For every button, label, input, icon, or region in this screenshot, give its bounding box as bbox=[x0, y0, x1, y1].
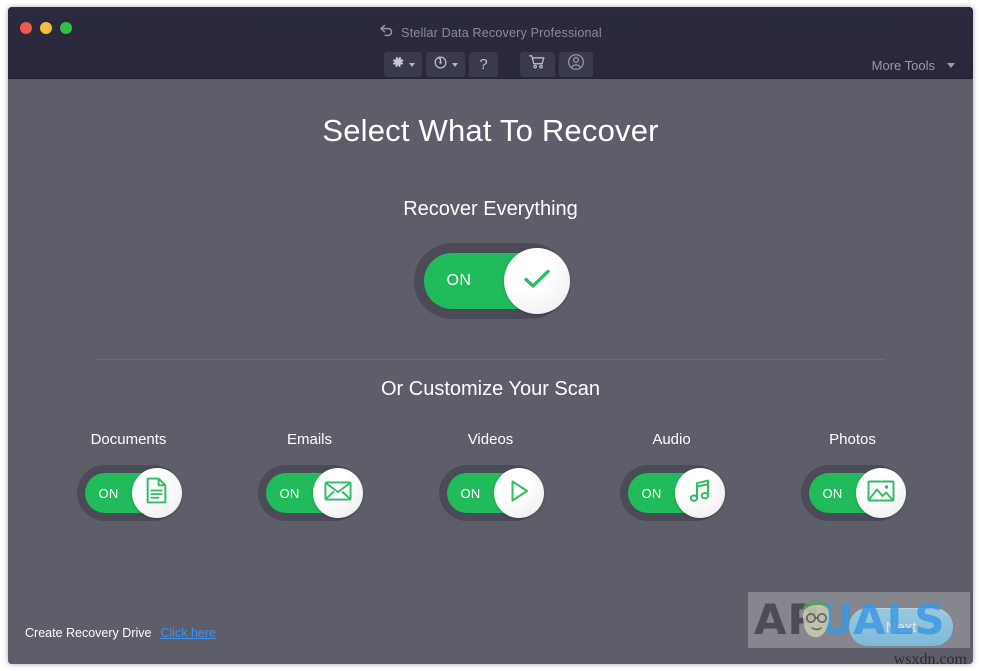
footer-bar: Create Recovery Drive Click here Next bbox=[8, 596, 973, 664]
clock-restore-icon bbox=[433, 55, 448, 75]
photos-toggle-state: ON bbox=[822, 485, 843, 501]
window-title: Stellar Data Recovery Professional bbox=[401, 26, 602, 40]
category-toggle-row: Documents ON Emails ON Videos ON Audio O… bbox=[8, 431, 973, 521]
settings-gear-button[interactable] bbox=[384, 52, 423, 77]
category-emails: Emails ON bbox=[227, 431, 392, 521]
category-audio: Audio ON bbox=[589, 431, 754, 521]
app-root: Stellar Data Recovery Professional ? Mor… bbox=[0, 0, 981, 671]
category-documents: Documents ON bbox=[46, 431, 211, 521]
master-toggle-row: ON bbox=[8, 243, 973, 319]
documents-toggle-state: ON bbox=[98, 485, 119, 501]
recover-everything-label: Recover Everything bbox=[403, 198, 578, 220]
envelope-icon bbox=[323, 480, 352, 507]
emails-toggle-track: ON bbox=[265, 468, 363, 518]
image-icon bbox=[867, 479, 895, 508]
cart-button[interactable] bbox=[519, 52, 555, 77]
account-button[interactable] bbox=[558, 52, 593, 77]
videos-toggle-track: ON bbox=[446, 468, 544, 518]
more-tools-dropdown[interactable]: More Tools bbox=[872, 58, 955, 73]
videos-toggle-state: ON bbox=[460, 485, 481, 501]
category-photos: Photos ON bbox=[770, 431, 935, 521]
category-label: Emails bbox=[286, 431, 332, 448]
document-icon bbox=[144, 477, 169, 509]
photos-toggle-track: ON bbox=[808, 468, 906, 518]
emails-toggle[interactable]: ON bbox=[257, 465, 363, 521]
music-note-icon bbox=[688, 478, 712, 509]
documents-toggle-knob bbox=[131, 468, 182, 518]
master-toggle-state: ON bbox=[446, 272, 472, 289]
audio-toggle-track: ON bbox=[627, 468, 725, 518]
play-icon bbox=[506, 478, 532, 509]
documents-toggle[interactable]: ON bbox=[76, 465, 182, 521]
recovery-history-button[interactable] bbox=[426, 52, 466, 77]
audio-toggle[interactable]: ON bbox=[619, 465, 725, 521]
photos-toggle-knob bbox=[855, 468, 906, 518]
category-label: Audio bbox=[652, 431, 691, 448]
page-title: Select What To Recover bbox=[322, 113, 659, 148]
master-toggle-knob bbox=[503, 248, 570, 314]
title-bar: Stellar Data Recovery Professional ? Mor… bbox=[8, 7, 973, 79]
check-icon bbox=[522, 267, 552, 296]
shopping-cart-icon bbox=[528, 54, 547, 75]
question-mark-icon: ? bbox=[479, 56, 488, 73]
photos-toggle[interactable]: ON bbox=[800, 465, 906, 521]
toolbar: ? bbox=[8, 52, 973, 77]
category-label: Videos bbox=[467, 431, 514, 448]
audio-toggle-knob bbox=[674, 468, 725, 518]
audio-toggle-state: ON bbox=[641, 485, 662, 501]
main-content: Select What To Recover Recover Everythin… bbox=[8, 79, 973, 664]
next-button[interactable]: Next bbox=[849, 608, 953, 646]
videos-toggle[interactable]: ON bbox=[438, 465, 544, 521]
documents-toggle-track: ON bbox=[84, 468, 182, 518]
window-title-group: Stellar Data Recovery Professional bbox=[8, 24, 973, 42]
chevron-down-icon bbox=[452, 62, 459, 67]
next-button-label: Next bbox=[885, 618, 917, 636]
master-toggle[interactable]: ON bbox=[413, 243, 570, 319]
emails-toggle-knob bbox=[312, 468, 363, 518]
create-recovery-drive: Create Recovery Drive Click here bbox=[25, 626, 216, 640]
chevron-down-icon bbox=[409, 62, 416, 67]
create-recovery-drive-label: Create Recovery Drive bbox=[25, 626, 152, 640]
help-button[interactable]: ? bbox=[469, 52, 498, 77]
category-label: Photos bbox=[829, 431, 876, 448]
create-recovery-drive-link[interactable]: Click here bbox=[160, 626, 216, 640]
more-tools-label: More Tools bbox=[871, 58, 935, 73]
videos-toggle-knob bbox=[493, 468, 544, 518]
application-window: Stellar Data Recovery Professional ? Mor… bbox=[8, 7, 973, 664]
master-toggle-track: ON bbox=[423, 248, 570, 314]
user-circle-icon bbox=[567, 53, 585, 76]
site-watermark: wsxdn.com bbox=[893, 651, 967, 668]
category-videos: Videos ON bbox=[408, 431, 573, 521]
toolbar-left-group: ? bbox=[384, 52, 596, 77]
customize-scan-title: Or Customize Your Scan bbox=[381, 378, 600, 400]
back-arrow-icon[interactable] bbox=[379, 24, 394, 42]
emails-toggle-state: ON bbox=[279, 485, 300, 501]
chevron-down-icon bbox=[947, 63, 955, 68]
gear-icon bbox=[391, 55, 405, 74]
category-label: Documents bbox=[90, 431, 167, 448]
